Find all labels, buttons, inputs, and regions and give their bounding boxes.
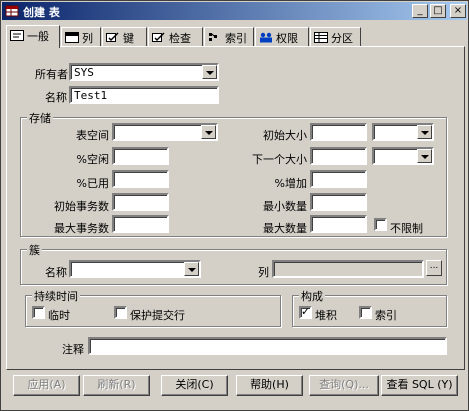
initrans-input[interactable] xyxy=(112,193,169,211)
tab-indexes[interactable]: 索引 xyxy=(204,27,254,47)
cluster-name-label: 名称 xyxy=(45,266,67,279)
tab-indexes-label: 索引 xyxy=(225,32,247,45)
tab-privileges-label: 权限 xyxy=(276,32,298,45)
columns-tab-icon xyxy=(65,32,79,43)
temporary-checkbox[interactable] xyxy=(32,306,45,319)
title-bar[interactable]: 创建 表 _ □ × xyxy=(2,2,467,20)
cluster-columns-label: 列 xyxy=(258,266,269,279)
users-tab-icon xyxy=(260,32,272,43)
query-button[interactable]: 查询(Q)... xyxy=(309,375,379,396)
apply-button[interactable]: 应用(A) xyxy=(13,375,80,396)
duration-group-title: 持续时间 xyxy=(32,288,80,304)
cluster-columns-input xyxy=(272,260,424,278)
window-title: 创建 表 xyxy=(23,6,60,19)
tab-columns-label: 列 xyxy=(82,32,93,45)
minextents-label: 最小数量 xyxy=(263,200,307,213)
maxtrans-label: 最大事务数 xyxy=(54,222,109,235)
refresh-button[interactable]: 刷新(R) xyxy=(83,375,150,396)
table-app-icon xyxy=(5,5,19,17)
owner-dropdown-arrow-icon[interactable] xyxy=(202,65,217,79)
cluster-dropdown-arrow-icon[interactable] xyxy=(184,262,199,276)
general-tab-icon xyxy=(10,30,24,41)
index-organized-checkbox[interactable] xyxy=(359,306,372,319)
next-unit-dropdown-arrow-icon[interactable] xyxy=(417,149,432,163)
initial-size-label: 初始大小 xyxy=(263,129,307,142)
name-label: 名称 xyxy=(45,91,67,104)
table-tab-icon xyxy=(314,32,328,43)
heap-checkbox[interactable] xyxy=(299,305,312,319)
view-sql-button[interactable]: 查看 SQL (Y) xyxy=(381,375,458,396)
minimize-button[interactable]: _ xyxy=(412,4,428,18)
comment-input[interactable] xyxy=(88,337,447,355)
maxextents-label: 最大数量 xyxy=(263,222,307,235)
tablespace-select[interactable] xyxy=(112,123,218,141)
tab-partitions-label: 分区 xyxy=(331,32,353,45)
initrans-label: 初始事务数 xyxy=(54,200,109,213)
cluster-group-title: 簇 xyxy=(27,242,42,258)
tablespace-dropdown-arrow-icon[interactable] xyxy=(201,125,216,139)
pctincrease-label: %增加 xyxy=(274,177,307,190)
cluster-name-select[interactable] xyxy=(69,260,201,278)
index-tab-icon xyxy=(209,33,217,41)
name-input[interactable]: Test1 xyxy=(69,86,219,104)
storage-group-title: 存储 xyxy=(27,110,53,126)
tablespace-label: 表空间 xyxy=(76,129,109,142)
cluster-browse-button[interactable]: ... xyxy=(426,260,442,276)
create-table-dialog: 创建 表 _ □ × 一般 列 键 检查 索引 权限 分区 所有者 SYS 名称… xyxy=(0,0,469,411)
tab-checks[interactable]: 检查 xyxy=(148,27,203,47)
owner-value: SYS xyxy=(74,66,94,79)
tab-keys[interactable]: 键 xyxy=(102,27,147,47)
maxtrans-input[interactable] xyxy=(112,215,169,233)
pctfree-input[interactable] xyxy=(112,147,169,165)
maxextents-input[interactable] xyxy=(310,215,367,233)
tab-keys-label: 键 xyxy=(123,32,134,45)
pctincrease-input[interactable] xyxy=(310,170,367,188)
maximize-button[interactable]: □ xyxy=(430,4,446,18)
comment-label: 注释 xyxy=(62,343,84,356)
tab-general-label: 一般 xyxy=(27,30,49,43)
key-tab-icon xyxy=(106,32,119,42)
pctused-input[interactable] xyxy=(112,170,169,188)
next-size-input[interactable] xyxy=(310,147,367,165)
help-button[interactable]: 帮助(H) xyxy=(236,375,303,396)
close-window-button[interactable]: × xyxy=(450,4,466,18)
minextents-input[interactable] xyxy=(310,193,367,211)
next-size-label: 下一个大小 xyxy=(252,153,307,166)
pctused-label: %已用 xyxy=(76,177,109,190)
organization-group-title: 构成 xyxy=(299,288,325,304)
owner-select[interactable]: SYS xyxy=(69,63,219,81)
heap-label: 堆积 xyxy=(315,309,337,322)
temporary-label: 临时 xyxy=(48,309,70,322)
tab-columns[interactable]: 列 xyxy=(61,27,101,47)
initial-size-input[interactable] xyxy=(310,123,367,141)
tab-checks-label: 检查 xyxy=(169,32,191,45)
check-tab-icon xyxy=(152,32,165,42)
name-value: Test1 xyxy=(74,89,108,102)
pctfree-label: %空闲 xyxy=(76,153,109,166)
initial-size-unit-select[interactable] xyxy=(372,123,434,141)
unlimited-label: 不限制 xyxy=(390,222,423,235)
initial-unit-dropdown-arrow-icon[interactable] xyxy=(417,125,432,139)
preserve-rows-label: 保护提交行 xyxy=(130,309,185,322)
unlimited-checkbox[interactable] xyxy=(374,218,387,231)
index-organized-label: 索引 xyxy=(375,309,397,322)
next-size-unit-select[interactable] xyxy=(372,147,434,165)
owner-label: 所有者 xyxy=(35,68,68,81)
tab-partitions[interactable]: 分区 xyxy=(310,27,361,47)
close-button[interactable]: 关闭(C) xyxy=(161,375,228,396)
preserve-rows-checkbox[interactable] xyxy=(114,306,127,319)
tab-privileges[interactable]: 权限 xyxy=(255,27,309,47)
tab-general[interactable]: 一般 xyxy=(6,25,60,48)
